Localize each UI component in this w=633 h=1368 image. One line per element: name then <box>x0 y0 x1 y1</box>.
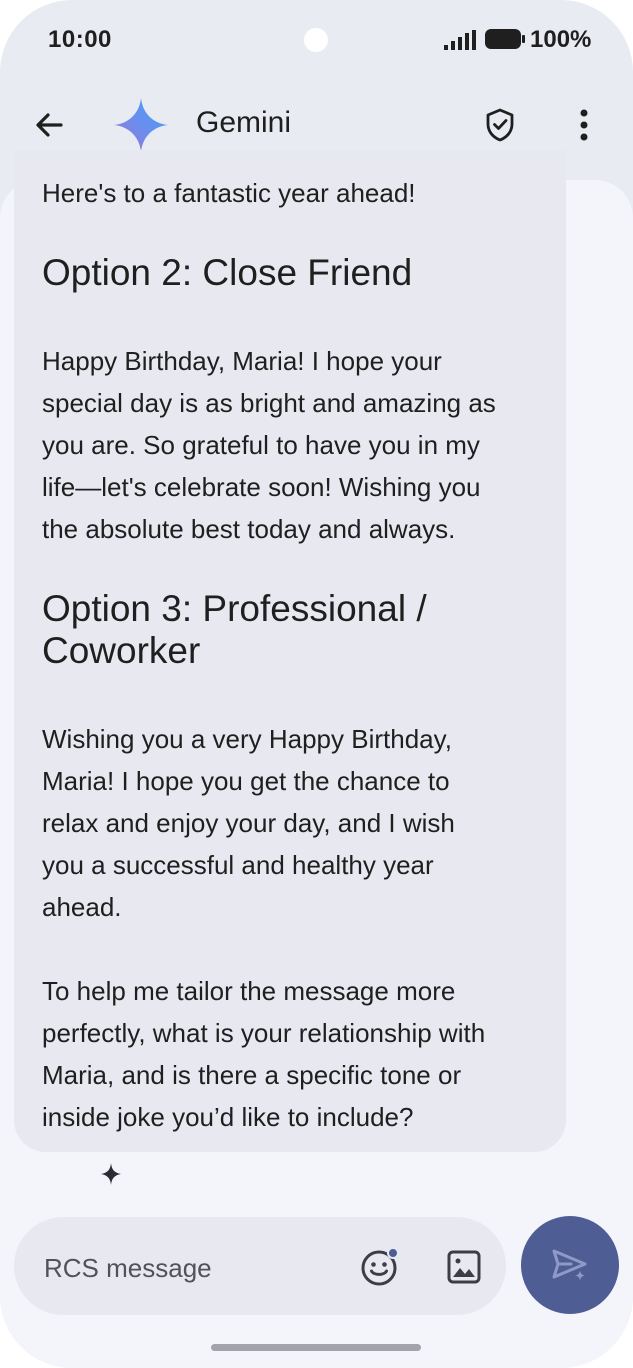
option-3-line: Wishing you a very Happy Birthday, <box>42 724 452 754</box>
message-intro-tail: Here's to a fantastic year ahead! <box>42 178 416 208</box>
option-2-body: Happy Birthday, Maria! I hope your speci… <box>42 340 562 550</box>
option-3-line: ahead. <box>42 892 122 922</box>
option-2-line: the absolute best today and always. <box>42 514 456 544</box>
followup-line: perfectly, what is your relationship wit… <box>42 1018 486 1048</box>
signal-icon <box>444 30 476 50</box>
option-3-line: relax and enjoy your day, and I wish <box>42 808 455 838</box>
option-2-line: Happy Birthday, Maria! I hope your <box>42 346 442 376</box>
front-camera <box>304 28 328 52</box>
followup-line: To help me tailor the message more <box>42 976 456 1006</box>
battery-icon <box>485 29 525 49</box>
phone-screen: 10:00 100% Gemini Here's to a fantastic … <box>0 0 633 1368</box>
compose-bar <box>14 1217 506 1315</box>
option-2-line: special day is as bright and amazing as <box>42 388 496 418</box>
followup-question: To help me tailor the message more perfe… <box>42 970 562 1138</box>
home-indicator[interactable] <box>211 1344 421 1351</box>
status-bar: 10:00 100% <box>0 0 633 80</box>
send-icon <box>552 1249 587 1281</box>
option-3-line: Maria! I hope you get the chance to <box>42 766 450 796</box>
shield-button[interactable] <box>480 105 520 145</box>
option-2-line: you are. So grateful to have you in my <box>42 430 480 460</box>
gemini-sparkle-icon <box>101 1163 121 1185</box>
option-2-line: life—let's celebrate soon! Wishing you <box>42 472 481 502</box>
option-3-body: Wishing you a very Happy Birthday, Maria… <box>42 718 562 928</box>
emoji-icon[interactable] <box>360 1247 400 1287</box>
battery-percent: 100% <box>530 26 592 53</box>
option-3-heading-line: Option 3: Professional / <box>42 588 427 629</box>
option-3-line: you a successful and healthy year <box>42 850 434 880</box>
gemini-sparkle-icon[interactable] <box>112 96 170 154</box>
send-button[interactable] <box>521 1216 619 1314</box>
option-2-heading: Option 2: Close Friend <box>42 252 413 293</box>
more-vert-icon <box>580 109 588 141</box>
option-3-heading: Option 3: Professional / Coworker <box>42 588 562 672</box>
message-text: Here's to a fantastic year ahead! Option… <box>42 172 562 1138</box>
shield-check-icon <box>486 108 514 142</box>
conversation-title[interactable]: Gemini <box>196 106 291 140</box>
more-options-button[interactable] <box>566 105 602 145</box>
back-button[interactable] <box>26 102 72 148</box>
back-arrow-icon <box>36 113 63 137</box>
image-icon[interactable] <box>444 1247 484 1287</box>
option-3-heading-line: Coworker <box>42 630 201 671</box>
status-time: 10:00 <box>48 26 112 53</box>
followup-line: Maria, and is there a specific tone or <box>42 1060 462 1090</box>
rcs-message-input[interactable] <box>42 1247 346 1289</box>
followup-line: inside joke you’d like to include? <box>42 1102 414 1132</box>
